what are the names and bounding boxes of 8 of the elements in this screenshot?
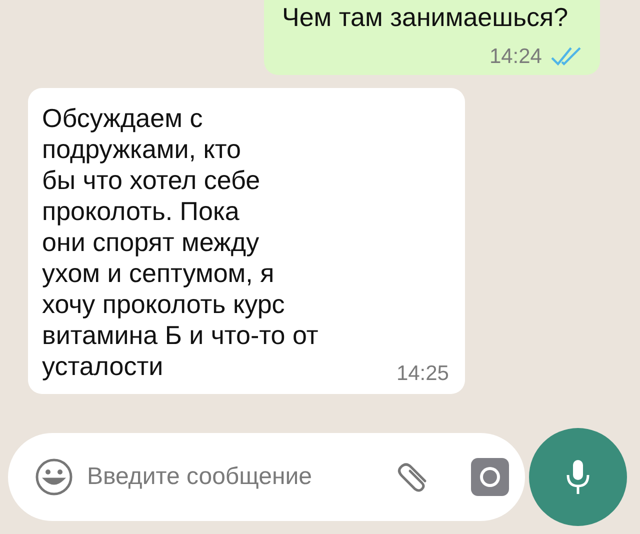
message-time: 14:24: [489, 46, 542, 66]
microphone-icon: [565, 459, 591, 495]
message-input-field[interactable]: Введите сообщение: [87, 459, 377, 495]
message-text: Обсуждаем с подружками, кто бы что хотел себе проколоть. Пока они спорят между ухом и септумом, я хочу проколоть курс витамина Б и что-то от усталости: [42, 103, 318, 382]
camera-icon[interactable]: [471, 458, 509, 496]
message-text: Чем там занимаешься?: [282, 2, 570, 33]
message-time: 14:25: [396, 363, 449, 384]
emoji-icon[interactable]: [34, 457, 74, 497]
